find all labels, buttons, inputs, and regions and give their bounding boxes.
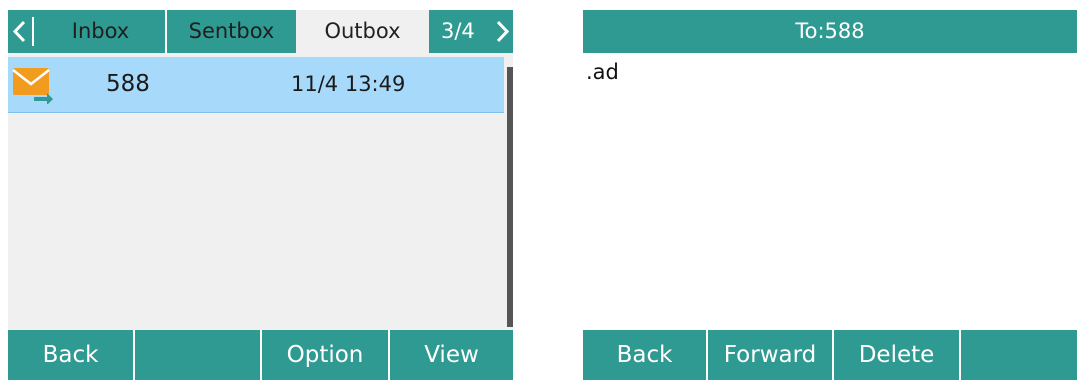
- tab-sentbox[interactable]: Sentbox: [165, 10, 296, 53]
- back-softkey[interactable]: Back: [8, 330, 133, 380]
- message-list-screen: Inbox Sentbox Outbox 3/4 588 11/4 13:49 …: [8, 10, 513, 380]
- tab-next-button[interactable]: 3/4: [429, 10, 513, 53]
- chevron-left-icon: [12, 20, 26, 43]
- divider: [32, 17, 34, 46]
- message-body: .ad: [586, 60, 619, 84]
- message-list-item[interactable]: 588 11/4 13:49: [8, 57, 504, 113]
- message-view-screen: To:588 .ad Back Forward Delete: [583, 10, 1077, 380]
- message-number: 588: [106, 71, 150, 97]
- page-counter: 3/4: [441, 19, 475, 43]
- delete-softkey[interactable]: Delete: [832, 330, 959, 380]
- empty-softkey[interactable]: [133, 330, 260, 380]
- view-softkey[interactable]: View: [388, 330, 513, 380]
- forward-softkey[interactable]: Forward: [706, 330, 832, 380]
- tab-bar: Inbox Sentbox Outbox 3/4: [8, 10, 513, 53]
- back-softkey[interactable]: Back: [583, 330, 706, 380]
- outgoing-mail-icon: [12, 68, 53, 104]
- option-softkey[interactable]: Option: [260, 330, 388, 380]
- tab-outbox[interactable]: Outbox: [296, 10, 429, 53]
- message-recipient-title: To:588: [583, 10, 1077, 53]
- tab-prev-button[interactable]: [8, 10, 36, 53]
- softkey-bar: Back Forward Delete: [583, 330, 1077, 380]
- scrollbar[interactable]: [507, 67, 513, 327]
- empty-softkey[interactable]: [959, 330, 1077, 380]
- softkey-bar: Back Option View: [8, 330, 513, 380]
- message-timestamp: 11/4 13:49: [291, 72, 406, 96]
- tab-inbox[interactable]: Inbox: [36, 10, 165, 53]
- chevron-right-icon: [496, 20, 510, 43]
